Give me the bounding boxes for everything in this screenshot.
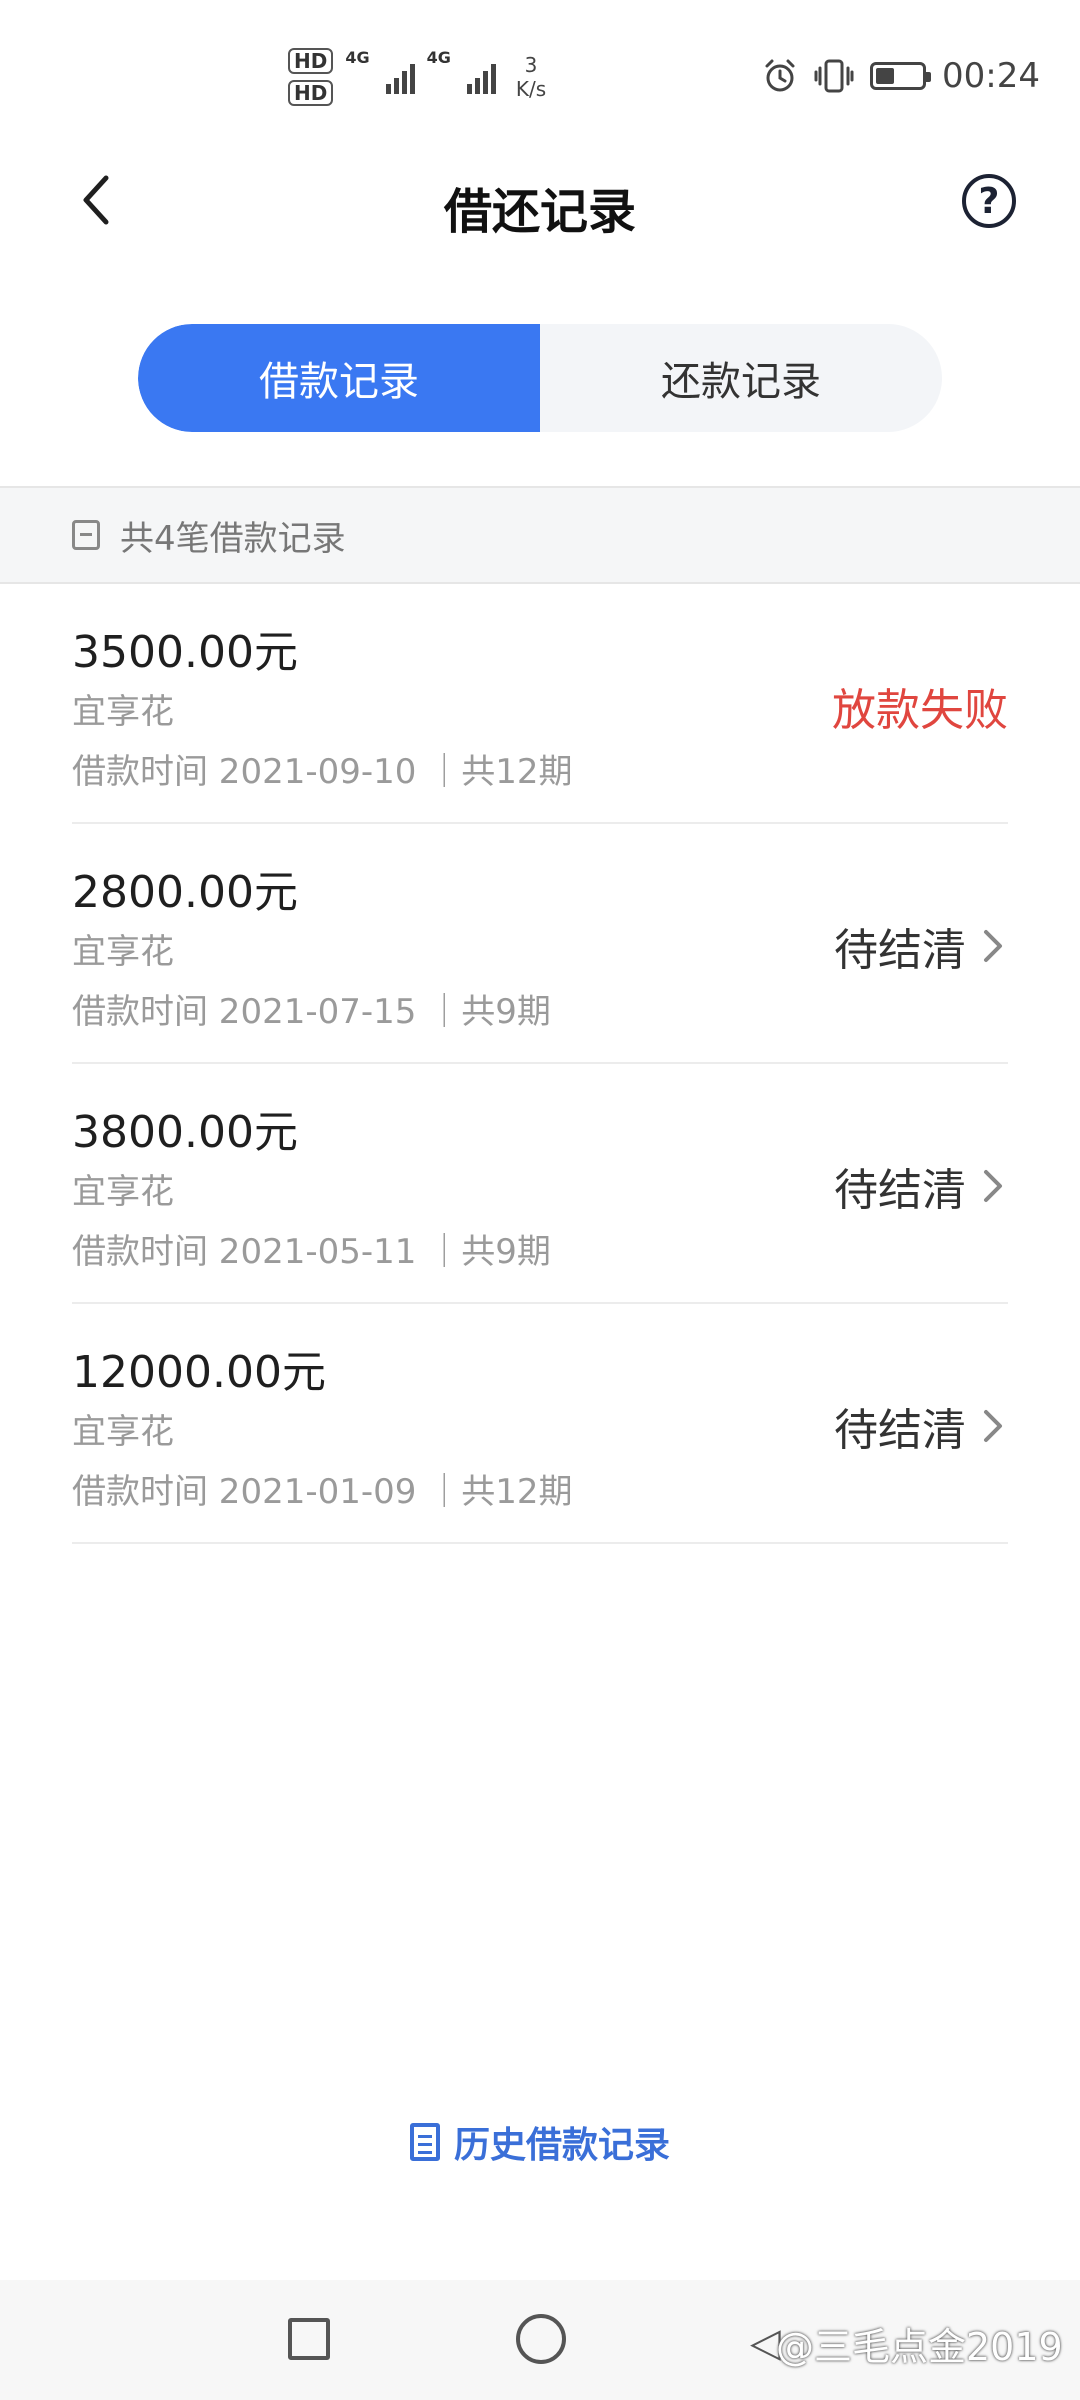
status-label: 待结清 <box>834 1405 966 1456</box>
record-product: 宜享花 <box>72 692 174 732</box>
alarm-icon <box>765 59 795 92</box>
document-icon <box>409 2123 440 2161</box>
record-meta: 借款时间 2021-07-15 ｜共9期 <box>72 992 551 1032</box>
signal1-icon <box>385 60 415 94</box>
history-records-link[interactable]: 历史借款记录 <box>0 2116 1080 2168</box>
record-amount: 12000.00元 <box>72 1347 326 1398</box>
borrow-record-list: 3500.00元 宜享花 借款时间 2021-09-10 ｜共12期 放款失败 … <box>72 584 1008 1544</box>
tab-borrow-records[interactable]: 借款记录 <box>138 324 540 432</box>
record-amount: 3500.00元 <box>72 627 298 678</box>
status-bar-right: 00:24 <box>762 56 1040 96</box>
status-bar: HD HD 4G 4G 3 K/s 00:24 <box>0 0 1080 150</box>
record-row[interactable]: 3500.00元 宜享花 借款时间 2021-09-10 ｜共12期 放款失败 <box>72 584 1008 824</box>
hd2-badge: HD <box>288 80 334 106</box>
record-amount: 2800.00元 <box>72 867 298 918</box>
status-bar-left: HD HD 4G 4G 3 K/s <box>288 48 546 106</box>
speed-value: 3 <box>524 53 538 77</box>
help-button[interactable]: ? <box>962 174 1016 228</box>
question-mark-icon: ? <box>978 180 1000 222</box>
status-label: 待结清 <box>834 925 966 976</box>
signal2-icon <box>466 60 496 94</box>
battery-icon <box>870 62 932 90</box>
tab-repay-records[interactable]: 还款记录 <box>540 324 942 432</box>
record-row[interactable]: 12000.00元 宜享花 借款时间 2021-01-09 ｜共12期 待结清 <box>72 1304 1008 1544</box>
status-label: 待结清 <box>834 1165 966 1216</box>
hd1-badge: HD <box>288 48 334 74</box>
history-link-label: 历史借款记录 <box>453 2125 670 2166</box>
record-row[interactable]: 3800.00元 宜享花 借款时间 2021-05-11 ｜共9期 待结清 <box>72 1064 1008 1304</box>
record-amount: 3800.00元 <box>72 1107 298 1158</box>
recents-button[interactable] <box>288 2318 330 2360</box>
record-product: 宜享花 <box>72 1412 174 1452</box>
record-status: 待结清 <box>834 1394 1008 1458</box>
clock: 00:24 <box>942 56 1040 96</box>
record-status: 待结清 <box>834 1154 1008 1218</box>
summary-text: 共4笔借款记录 <box>120 518 346 559</box>
record-row[interactable]: 2800.00元 宜享花 借款时间 2021-07-15 ｜共9期 待结清 <box>72 824 1008 1064</box>
watermark: @三毛点金2019 <box>776 2325 1063 2369</box>
record-status: 放款失败 <box>832 674 1008 738</box>
home-button[interactable] <box>516 2314 566 2364</box>
hd-indicators: HD HD <box>288 48 334 106</box>
chevron-right-icon <box>984 1410 1002 1442</box>
nav-header: 借还记录 ? <box>0 150 1080 250</box>
network2-label: 4G <box>426 48 451 67</box>
status-label: 放款失败 <box>832 685 1008 736</box>
speed-unit: K/s <box>515 77 547 101</box>
record-meta: 借款时间 2021-05-11 ｜共9期 <box>72 1232 551 1272</box>
record-product: 宜享花 <box>72 1172 174 1212</box>
record-status: 待结清 <box>834 914 1008 978</box>
vibrate-icon <box>814 59 854 93</box>
page-title: 借还记录 <box>443 184 636 240</box>
record-tabs: 借款记录 还款记录 <box>138 324 942 432</box>
list-icon <box>72 520 100 550</box>
record-product: 宜享花 <box>72 932 174 972</box>
chevron-right-icon <box>984 1170 1002 1202</box>
network1-label: 4G <box>345 48 370 67</box>
records-summary: 共4笔借款记录 <box>0 486 1080 584</box>
record-meta: 借款时间 2021-01-09 ｜共12期 <box>72 1472 573 1512</box>
network-speed: 3 K/s <box>516 53 546 101</box>
record-meta: 借款时间 2021-09-10 ｜共12期 <box>72 752 573 792</box>
chevron-right-icon <box>984 930 1002 962</box>
